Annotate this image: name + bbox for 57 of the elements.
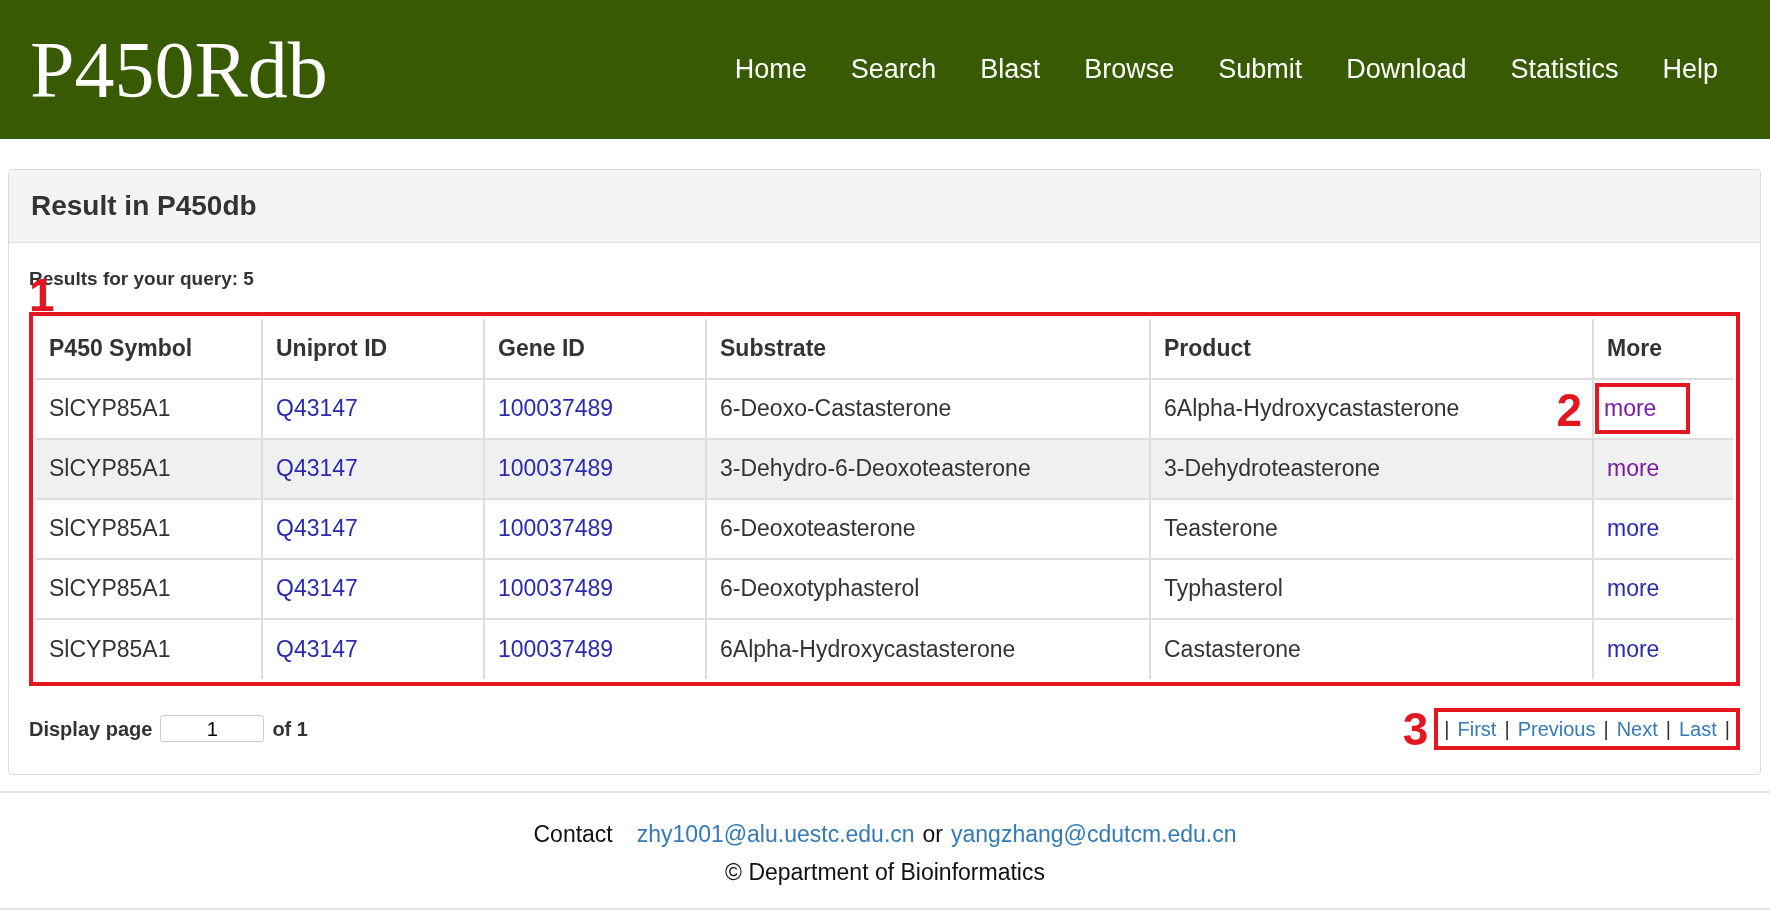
uniprot-link[interactable]: Q43147 <box>276 515 358 542</box>
more-link[interactable]: more <box>1607 455 1660 482</box>
column-header: Substrate <box>706 318 1150 379</box>
uniprot-link[interactable]: Q43147 <box>276 455 358 482</box>
page-input-field[interactable]: 1 <box>160 715 265 742</box>
more-link[interactable]: more <box>1607 515 1660 542</box>
email-link[interactable]: zhy1001@alu.uestc.edu.cn <box>636 816 915 851</box>
contact-label: Contact <box>533 819 613 849</box>
nav-link[interactable]: Browse <box>1062 49 1197 90</box>
separator-text: | <box>1724 716 1730 742</box>
panel-title: Result in P450db <box>31 189 257 223</box>
more-link[interactable]: more <box>1604 395 1657 422</box>
pagination-link[interactable]: Next <box>1616 713 1658 744</box>
separator-text: | <box>1444 716 1450 742</box>
separator-text: | <box>1603 716 1609 742</box>
copyright-text: © Department of Bioinformatics <box>724 858 1046 887</box>
table-cell: SlCYP85A1 <box>36 438 262 499</box>
annotation-number: 2 <box>1556 386 1582 433</box>
more-link[interactable]: more <box>1607 635 1660 662</box>
nav-link[interactable]: Home <box>712 49 829 90</box>
table-cell: Typhasterol <box>1150 558 1593 619</box>
email-link[interactable]: yangzhang@cdutcm.edu.cn <box>951 816 1237 851</box>
uniprot-link[interactable]: Q43147 <box>276 395 358 422</box>
column-header: More <box>1593 318 1733 379</box>
column-header: Gene ID <box>484 318 706 379</box>
table-cell: 3-Dehydroteasterone <box>1150 438 1593 499</box>
column-header: Product <box>1150 318 1593 379</box>
uniprot-link[interactable]: Q43147 <box>276 635 358 662</box>
table-cell: SlCYP85A1 <box>36 558 262 619</box>
nav-link[interactable]: Blast <box>958 49 1063 90</box>
nav-link[interactable]: Help <box>1640 49 1740 90</box>
column-header: P450 Symbol <box>36 318 262 379</box>
site-logo[interactable]: P450Rdb <box>30 29 328 110</box>
page-count-text: of 1 <box>272 716 308 742</box>
nav-link[interactable]: Submit <box>1196 49 1325 90</box>
pagination-link[interactable]: Previous <box>1517 713 1596 744</box>
table-cell: 6-Deoxotyphasterol <box>706 558 1150 619</box>
nav-link[interactable]: Download <box>1324 49 1489 90</box>
table-cell: 6-Deoxo-Castasterone <box>706 378 1150 439</box>
nav-link[interactable]: Search <box>828 49 959 90</box>
table-cell: SlCYP85A1 <box>36 378 262 439</box>
table-cell: SlCYP85A1 <box>36 618 262 679</box>
more-link[interactable]: more <box>1607 575 1660 602</box>
table-cell: 3-Dehydro-6-Deoxoteasterone <box>706 438 1150 499</box>
annotation-number: 3 <box>1402 705 1429 752</box>
table-cell: Teasterone <box>1150 498 1593 559</box>
table-cell: SlCYP85A1 <box>36 498 262 559</box>
column-header: Uniprot ID <box>262 318 484 379</box>
page-label: Display page <box>29 716 153 742</box>
nav-link[interactable]: Statistics <box>1488 49 1641 90</box>
separator-text: | <box>1504 716 1510 742</box>
pagination-link[interactable]: First <box>1457 713 1497 744</box>
or-text: or <box>922 819 944 849</box>
uniprot-link[interactable]: Q43147 <box>276 575 358 602</box>
table-cell: 6-Deoxoteasterone <box>706 498 1150 559</box>
pagination-link[interactable]: Last <box>1679 713 1717 744</box>
separator-text: | <box>1665 716 1671 742</box>
